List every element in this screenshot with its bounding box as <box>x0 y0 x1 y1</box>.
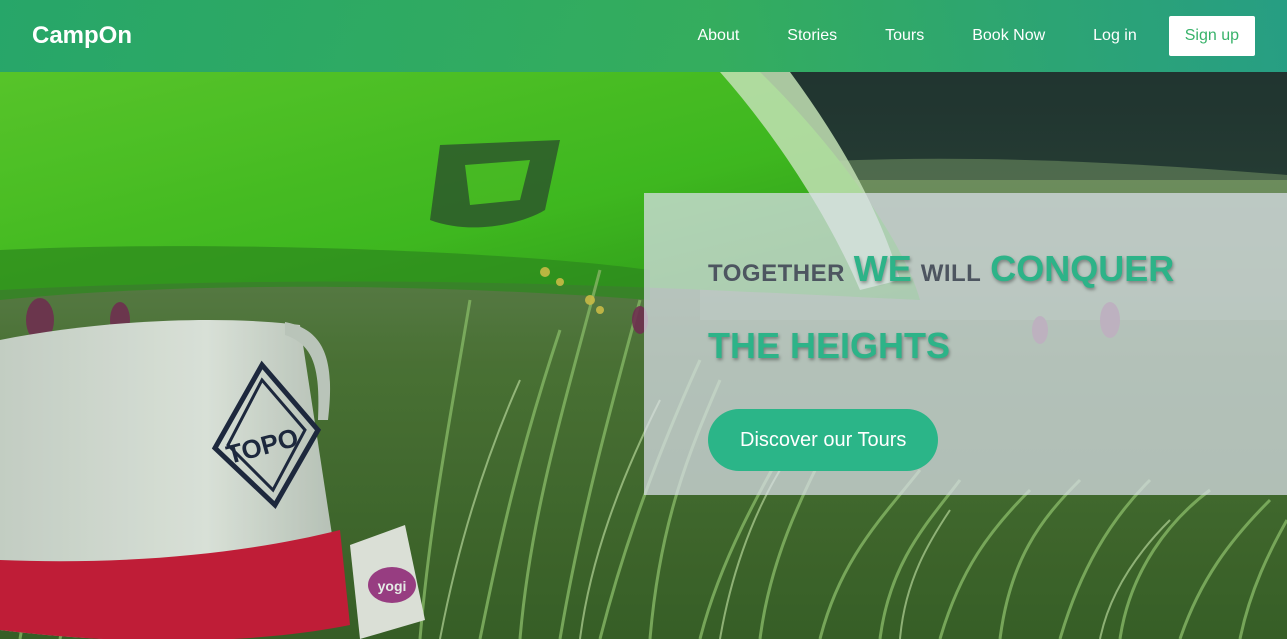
headline-word-the-heights: the heights <box>708 325 951 366</box>
hero-headline: Together we will conquer the heights <box>708 233 1223 383</box>
headline-word-conquer: conquer <box>990 248 1175 289</box>
headline-word-together: Together <box>708 260 845 287</box>
sign-up-button[interactable]: Sign up <box>1168 16 1255 56</box>
discover-tours-button[interactable]: Discover our Tours <box>708 409 939 471</box>
nav-link-book-now[interactable]: Book Now <box>972 27 1045 45</box>
nav-link-tours[interactable]: Tours <box>885 27 924 45</box>
top-navbar: CampOn About Stories Tours Book Now Log … <box>0 0 1287 72</box>
brand-logo-link[interactable]: CampOn <box>32 22 132 50</box>
hero-card: Together we will conquer the heights Dis… <box>644 193 1287 495</box>
page: TOPO yogi CampOn About Stories Tours Boo… <box>0 0 1287 639</box>
nav-link-log-in[interactable]: Log in <box>1093 27 1137 45</box>
nav-link-about[interactable]: About <box>697 27 739 45</box>
headline-word-we: we <box>853 248 912 289</box>
nav-links: About Stories Tours Book Now Log in Sign… <box>697 16 1255 56</box>
headline-word-will: will <box>920 260 982 287</box>
nav-link-stories[interactable]: Stories <box>787 27 837 45</box>
